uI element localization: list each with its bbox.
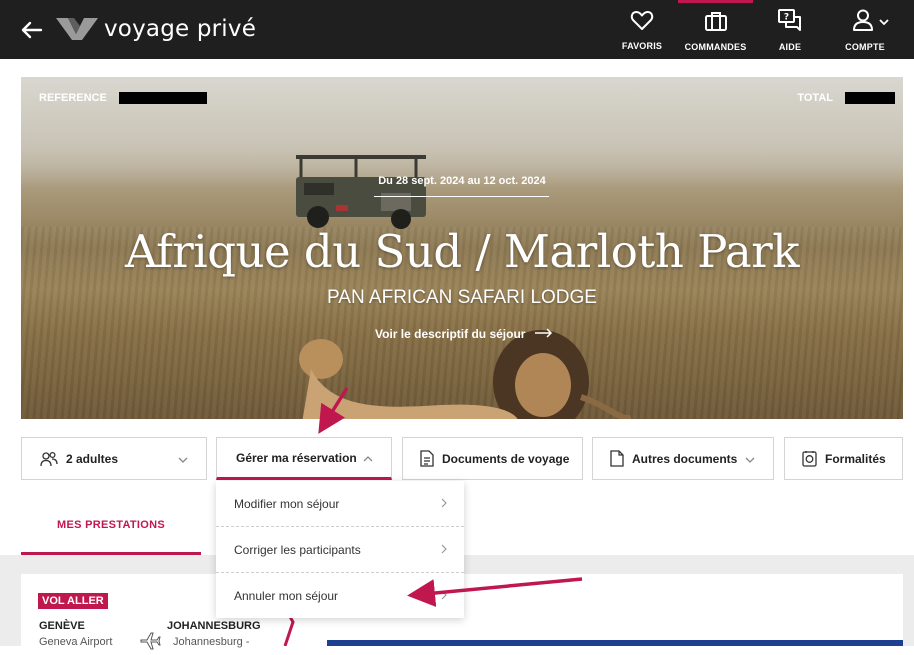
briefcase-icon — [704, 10, 728, 37]
travelers-label: 2 adultes — [66, 451, 119, 466]
passport-icon — [802, 450, 817, 467]
user-icon — [851, 8, 875, 37]
menu-item-label: Modifier mon séjour — [234, 497, 340, 511]
total-redacted — [845, 92, 895, 104]
lioness-image — [299, 339, 518, 419]
menu-item-correct-participants[interactable]: Corriger les participants — [216, 527, 464, 573]
reference-redacted — [118, 92, 207, 104]
formalities-label: Formalités — [825, 451, 886, 466]
menu-item-cancel-stay[interactable]: Annuler mon séjour — [216, 573, 464, 619]
total-label: TOTAL — [797, 92, 833, 104]
users-icon — [40, 451, 58, 467]
logo-text: voyage privé — [104, 16, 257, 42]
other-documents-dropdown[interactable]: Autres documents — [592, 437, 774, 480]
dates-underline — [374, 196, 549, 197]
nav-label: COMPTE — [845, 41, 885, 52]
safari-jeep-image — [296, 155, 426, 229]
menu-item-label: Corriger les participants — [234, 543, 361, 557]
manage-reservation-label: Gérer ma réservation — [236, 450, 357, 465]
formalities-button[interactable]: Formalités — [784, 437, 903, 480]
menu-item-label: Annuler mon séjour — [234, 589, 339, 603]
chevron-down-icon — [178, 453, 188, 467]
outbound-flight-badge: VOL ALLER — [38, 593, 108, 609]
svg-text:?: ? — [784, 12, 789, 22]
chevron-right-icon — [440, 589, 448, 603]
nav-compte[interactable]: COMPTE — [840, 0, 900, 59]
other-documents-label: Autres documents — [632, 451, 738, 466]
trip-title: Afrique du Sud / Marloth Park — [124, 225, 800, 278]
chevron-down-icon — [745, 453, 755, 467]
arrival-airport: Johannesburg - — [173, 636, 250, 648]
plane-icon — [139, 632, 161, 655]
view-description-label: Voir le descriptif du séjour — [375, 327, 526, 341]
nav-aide[interactable]: ? AIDE — [772, 0, 808, 59]
voyage-prive-logo[interactable]: voyage privé — [56, 16, 256, 42]
back-arrow-icon[interactable] — [20, 18, 44, 42]
nav-label: AIDE — [778, 41, 802, 52]
travelers-dropdown[interactable]: 2 adultes — [21, 437, 207, 480]
travel-documents-label: Documents de voyage — [442, 451, 570, 466]
heart-icon — [630, 9, 654, 36]
travel-documents-button[interactable]: Documents de voyage — [402, 437, 583, 480]
hotel-name: PAN AFRICAN SAFARI LODGE — [327, 287, 597, 308]
chevron-right-icon — [440, 497, 448, 511]
chevron-down-icon — [879, 13, 889, 31]
account-icon-group — [851, 8, 889, 37]
chevron-right-icon — [440, 543, 448, 557]
menu-item-modify-stay[interactable]: Modifier mon séjour — [216, 481, 464, 527]
chat-help-icon: ? — [777, 8, 803, 37]
nav-label: FAVORIS — [621, 40, 663, 51]
departure-airport: Geneva Airport — [39, 636, 113, 648]
view-description-link[interactable]: Voir le descriptif du séjour — [375, 327, 553, 341]
document-icon — [610, 450, 624, 467]
document-text-icon — [420, 450, 434, 467]
total-label-group: TOTAL — [797, 92, 895, 104]
reference-label: REFERENCE — [39, 92, 107, 104]
manage-reservation-menu: Modifier mon séjour Corriger les partici… — [216, 481, 464, 618]
logo-mark-icon — [56, 18, 98, 40]
tab-mes-prestations[interactable]: MES PRESTATIONS — [21, 498, 201, 555]
nav-commandes[interactable]: COMMANDES — [678, 0, 753, 59]
arrival-city: JOHANNESBURG — [167, 620, 261, 632]
arrow-right-icon — [535, 327, 553, 341]
departure-city: GENÈVE — [39, 620, 85, 632]
flight-details-bar — [327, 640, 903, 646]
chevron-up-icon — [363, 452, 373, 466]
nav-label: COMMANDES — [684, 42, 747, 52]
nav-favoris[interactable]: FAVORIS — [621, 0, 663, 59]
reference-label-group: REFERENCE — [39, 92, 207, 104]
trip-hero-banner: REFERENCE TOTAL Du 28 sept. 2024 au 12 o… — [21, 77, 903, 419]
manage-reservation-dropdown[interactable]: Gérer ma réservation — [216, 437, 392, 480]
trip-dates: Du 28 sept. 2024 au 12 oct. 2024 — [378, 175, 546, 187]
top-navigation-bar: voyage privé FAVORIS COMMANDES ? AIDE CO… — [0, 0, 914, 59]
